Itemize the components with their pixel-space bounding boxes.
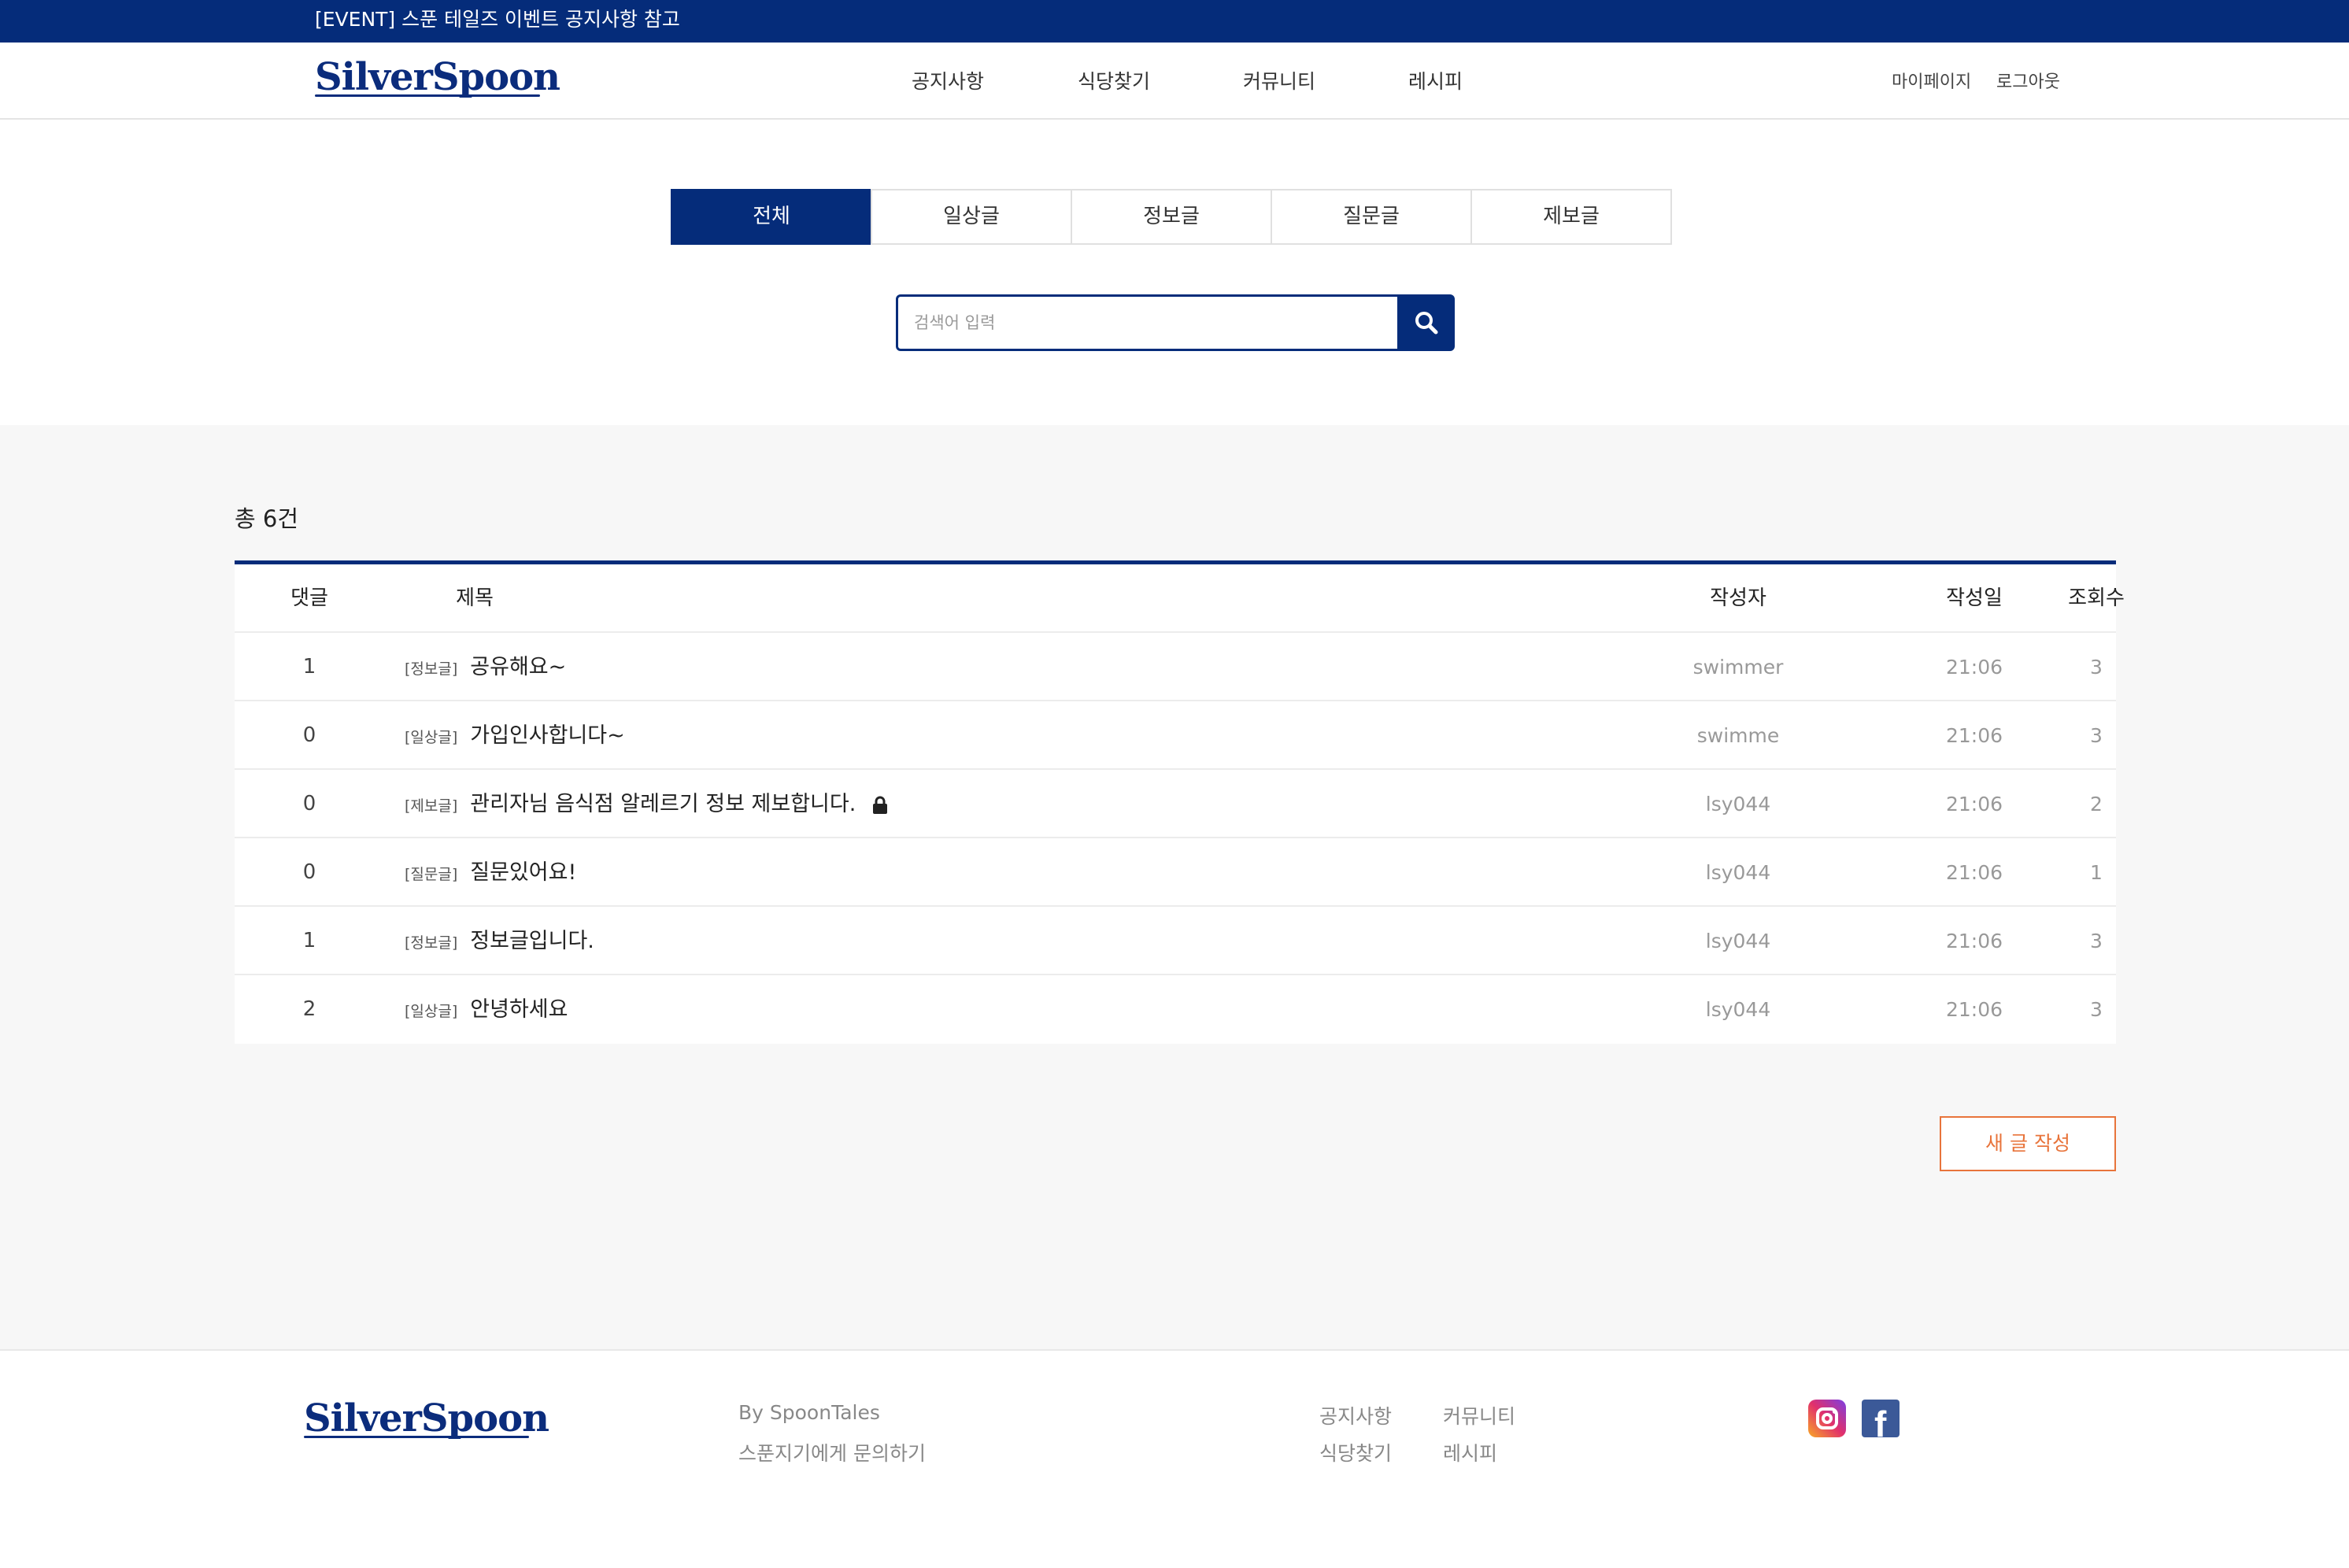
post-author: swimme	[1696, 724, 1780, 747]
post-views: 3	[2090, 998, 2103, 1021]
tab-all[interactable]: 전체	[671, 189, 872, 245]
footer-link-find-restaurant[interactable]: 식당찾기	[1319, 1438, 1392, 1466]
site-logo[interactable]: SilverSpoon	[315, 55, 560, 99]
lock-icon	[873, 796, 888, 814]
post-views: 3	[2090, 724, 2103, 747]
post-title[interactable]: 공유해요~	[470, 655, 566, 679]
post-views: 3	[2090, 656, 2103, 679]
post-author: lsy044	[1705, 793, 1771, 815]
tab-question[interactable]: 질문글	[1271, 189, 1472, 245]
tab-report[interactable]: 제보글	[1470, 189, 1672, 245]
table-row[interactable]: 0 [일상글] 가입인사합니다~ swimme 21:06 3	[235, 701, 2116, 770]
footer-contact-link[interactable]: 스푼지기에게 문의하기	[738, 1438, 926, 1466]
search-icon	[1415, 312, 1438, 335]
post-author: lsy044	[1705, 930, 1771, 952]
table-row[interactable]: 1 [정보글] 정보글입니다. lsy044 21:06 3	[235, 907, 2116, 975]
post-title[interactable]: 안녕하세요	[470, 997, 568, 1022]
logout-link[interactable]: 로그아웃	[1996, 68, 2060, 93]
post-views: 2	[2090, 793, 2103, 815]
comment-count: 0	[302, 860, 316, 884]
logo-text: SilverSpoon	[315, 55, 560, 99]
search-input[interactable]	[914, 297, 1386, 349]
header-title: 제목	[456, 586, 494, 610]
comment-count: 2	[302, 997, 316, 1021]
post-title[interactable]: 정보글입니다.	[470, 929, 594, 953]
footer-logo[interactable]: SilverSpoon	[304, 1396, 549, 1440]
post-title[interactable]: 가입인사합니다~	[470, 723, 625, 748]
table-row[interactable]: 1 [정보글] 공유해요~ swimmer 21:06 3	[235, 633, 2116, 701]
header-comments: 댓글	[290, 586, 328, 610]
facebook-glyph: f	[1874, 1403, 1887, 1444]
post-category: [질문글]	[405, 866, 458, 883]
event-banner: [EVENT] 스푼 테일즈 이벤트 공지사항 참고	[0, 0, 2349, 43]
comment-count: 0	[302, 723, 316, 747]
nav-notice[interactable]: 공지사항	[912, 66, 984, 94]
post-author: lsy044	[1705, 861, 1771, 884]
post-table: 댓글 제목 작성자 작성일 조회수 1 [정보글] 공유해요~ swimmer 2…	[235, 560, 2125, 1044]
category-tabs: 전체 일상글 정보글 질문글 제보글	[671, 189, 1672, 245]
comment-count: 0	[302, 792, 316, 815]
comment-count: 1	[302, 655, 316, 679]
instagram-icon[interactable]	[1808, 1400, 1846, 1437]
event-text[interactable]: [EVENT] 스푼 테일즈 이벤트 공지사항 참고	[315, 0, 680, 39]
site-footer: SilverSpoon By SpoonTales 스푼지기에게 문의하기 공지…	[0, 1351, 2349, 1568]
post-title[interactable]: 관리자님 음식점 알레르기 정보 제보합니다.	[470, 792, 856, 816]
post-category: [제보글]	[405, 797, 458, 815]
post-category: [일상글]	[405, 1003, 458, 1020]
post-title-link[interactable]: [일상글] 가입인사합니다~	[405, 701, 1349, 770]
table-row[interactable]: 2 [일상글] 안녕하세요 lsy044 21:06 3	[235, 975, 2116, 1044]
post-author: swimmer	[1692, 656, 1784, 679]
post-views: 1	[2090, 861, 2103, 884]
table-header: 댓글 제목 작성자 작성일 조회수	[235, 564, 2125, 633]
post-category: [일상글]	[405, 729, 458, 746]
mypage-link[interactable]: 마이페이지	[1892, 68, 1971, 93]
table-row[interactable]: 0 [제보글] 관리자님 음식점 알레르기 정보 제보합니다. lsy044 21…	[235, 770, 2116, 838]
nav-find-restaurant[interactable]: 식당찾기	[1078, 66, 1150, 94]
post-title-link[interactable]: [일상글] 안녕하세요	[405, 975, 1349, 1044]
header-author: 작성자	[1710, 586, 1766, 610]
facebook-icon[interactable]: f	[1862, 1400, 1900, 1444]
post-author: lsy044	[1705, 998, 1771, 1021]
search-button[interactable]	[1398, 294, 1455, 351]
nav-community[interactable]: 커뮤니티	[1243, 66, 1315, 94]
footer-by: By SpoonTales	[738, 1401, 880, 1424]
post-title-link[interactable]: [정보글] 정보글입니다.	[405, 907, 1349, 975]
footer-link-notice[interactable]: 공지사항	[1319, 1401, 1392, 1429]
footer-logo-text: SilverSpoon	[304, 1396, 549, 1440]
post-title-link[interactable]: [정보글] 공유해요~	[405, 633, 1349, 701]
instagram-lens	[1822, 1413, 1833, 1424]
tab-info[interactable]: 정보글	[1071, 189, 1272, 245]
post-category: [정보글]	[405, 934, 458, 952]
post-count: 총 6건	[235, 505, 299, 532]
new-post-button[interactable]: 새 글 작성	[1940, 1116, 2116, 1171]
post-title[interactable]: 질문있어요!	[470, 860, 576, 885]
search-box	[896, 294, 1400, 351]
board-section: 총 6건 댓글 제목 작성자 작성일 조회수 1 [정보글] 공유해요~ swim…	[0, 425, 2349, 1351]
nav-recipe[interactable]: 레시피	[1408, 66, 1463, 94]
table-row[interactable]: 0 [질문글] 질문있어요! lsy044 21:06 1	[235, 838, 2116, 907]
post-title-link[interactable]: [제보글] 관리자님 음식점 알레르기 정보 제보합니다.	[405, 770, 1349, 838]
header-views: 조회수	[2068, 586, 2125, 610]
post-category: [정보글]	[405, 660, 458, 678]
instagram-dot	[1833, 1410, 1837, 1414]
post-views: 3	[2090, 930, 2103, 952]
site-header: SilverSpoon 공지사항 식당찾기 커뮤니티 레시피 마이페이지 로그아…	[0, 43, 2349, 120]
post-title-link[interactable]: [질문글] 질문있어요!	[405, 838, 1349, 907]
footer-link-community[interactable]: 커뮤니티	[1443, 1401, 1515, 1429]
footer-link-recipe[interactable]: 레시피	[1443, 1438, 1497, 1466]
tab-daily[interactable]: 일상글	[871, 189, 1072, 245]
comment-count: 1	[302, 929, 316, 952]
